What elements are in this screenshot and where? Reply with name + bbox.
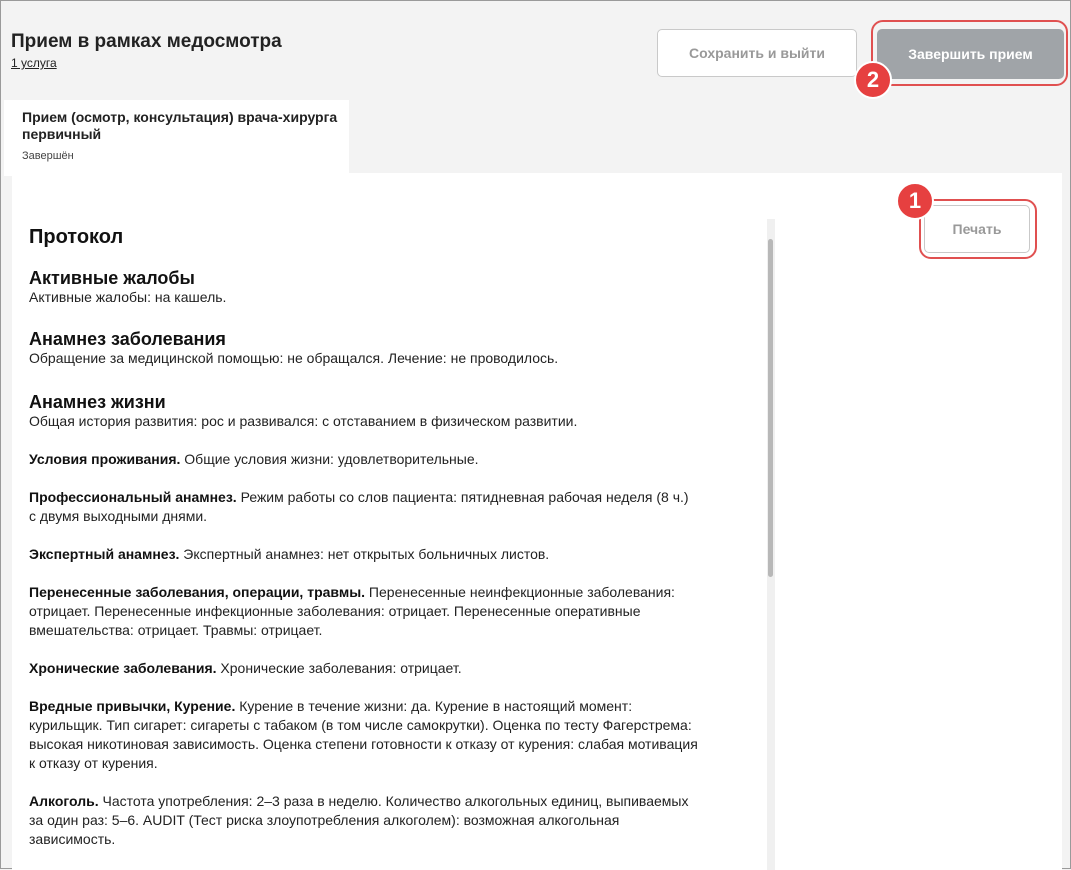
expert-history-label: Экспертный анамнез. (29, 546, 180, 562)
life-history-title: Анамнез жизни (29, 392, 166, 412)
services-link[interactable]: 1 услуга (11, 56, 57, 70)
service-tab-title: Прием (осмотр, консультация) врача-хирур… (22, 109, 338, 142)
past-diseases-label: Перенесенные заболевания, операции, трав… (29, 584, 366, 600)
living-conditions-text: Общие условия жизни: удовлетворительные. (180, 451, 479, 467)
alcohol-label: Алкоголь. (29, 793, 99, 809)
service-tab[interactable]: Прием (осмотр, консультация) врача-хирур… (4, 100, 349, 176)
header: Прием в рамках медосмотра 1 услуга Сохра… (1, 1, 1070, 101)
bad-habits-smoking-label: Вредные привычки, Курение. (29, 698, 236, 714)
protocol-scrollbar[interactable] (767, 219, 775, 870)
alcohol-text: Частота употребления: 2–3 раза в неделю.… (29, 793, 689, 847)
protocol-content[interactable]: Протокол Активные жалобы Активные жалобы… (29, 223, 764, 863)
professional-history-label: Профессиональный анамнез. (29, 489, 237, 505)
living-conditions-label: Условия проживания. (29, 451, 181, 467)
disease-history-title: Анамнез заболевания (29, 329, 226, 349)
service-tab-status: Завершён (22, 150, 74, 162)
professional-history: Профессиональный анамнез. Режим работы с… (29, 488, 699, 526)
callout-badge-2: 2 (854, 61, 892, 99)
alcohol: Алкоголь. Частота употребления: 2–3 раза… (29, 792, 699, 849)
print-button[interactable]: Печать (924, 205, 1030, 253)
protocol-panel: Протокол Активные жалобы Активные жалобы… (12, 173, 1062, 870)
complaints-text: Активные жалобы: на кашель. (29, 289, 227, 305)
complaints-title: Активные жалобы (29, 268, 195, 288)
past-diseases: Перенесенные заболевания, операции, трав… (29, 583, 699, 640)
bad-habits-smoking: Вредные привычки, Курение. Курение в теч… (29, 697, 699, 773)
living-conditions: Условия проживания. Общие условия жизни:… (29, 450, 699, 469)
chronic-diseases: Хронические заболевания. Хронические заб… (29, 659, 699, 678)
expert-history-text: Экспертный анамнез: нет открытых больнич… (179, 546, 550, 562)
protocol-heading: Протокол (29, 226, 124, 248)
expert-history: Экспертный анамнез. Экспертный анамнез: … (29, 545, 699, 564)
life-history-text: Общая история развития: рос и развивался… (29, 413, 578, 429)
protocol-scrollbar-thumb[interactable] (768, 239, 773, 577)
callout-badge-1: 1 (896, 182, 934, 220)
page-title: Прием в рамках медосмотра (11, 31, 282, 52)
chronic-diseases-text: Хронические заболевания: отрицает. (216, 660, 462, 676)
save-and-exit-button[interactable]: Сохранить и выйти (657, 29, 857, 77)
finish-appointment-button[interactable]: Завершить прием (877, 29, 1064, 79)
chronic-diseases-label: Хронические заболевания. (29, 660, 217, 676)
disease-history-text: Обращение за медицинской помощью: не обр… (29, 350, 559, 366)
